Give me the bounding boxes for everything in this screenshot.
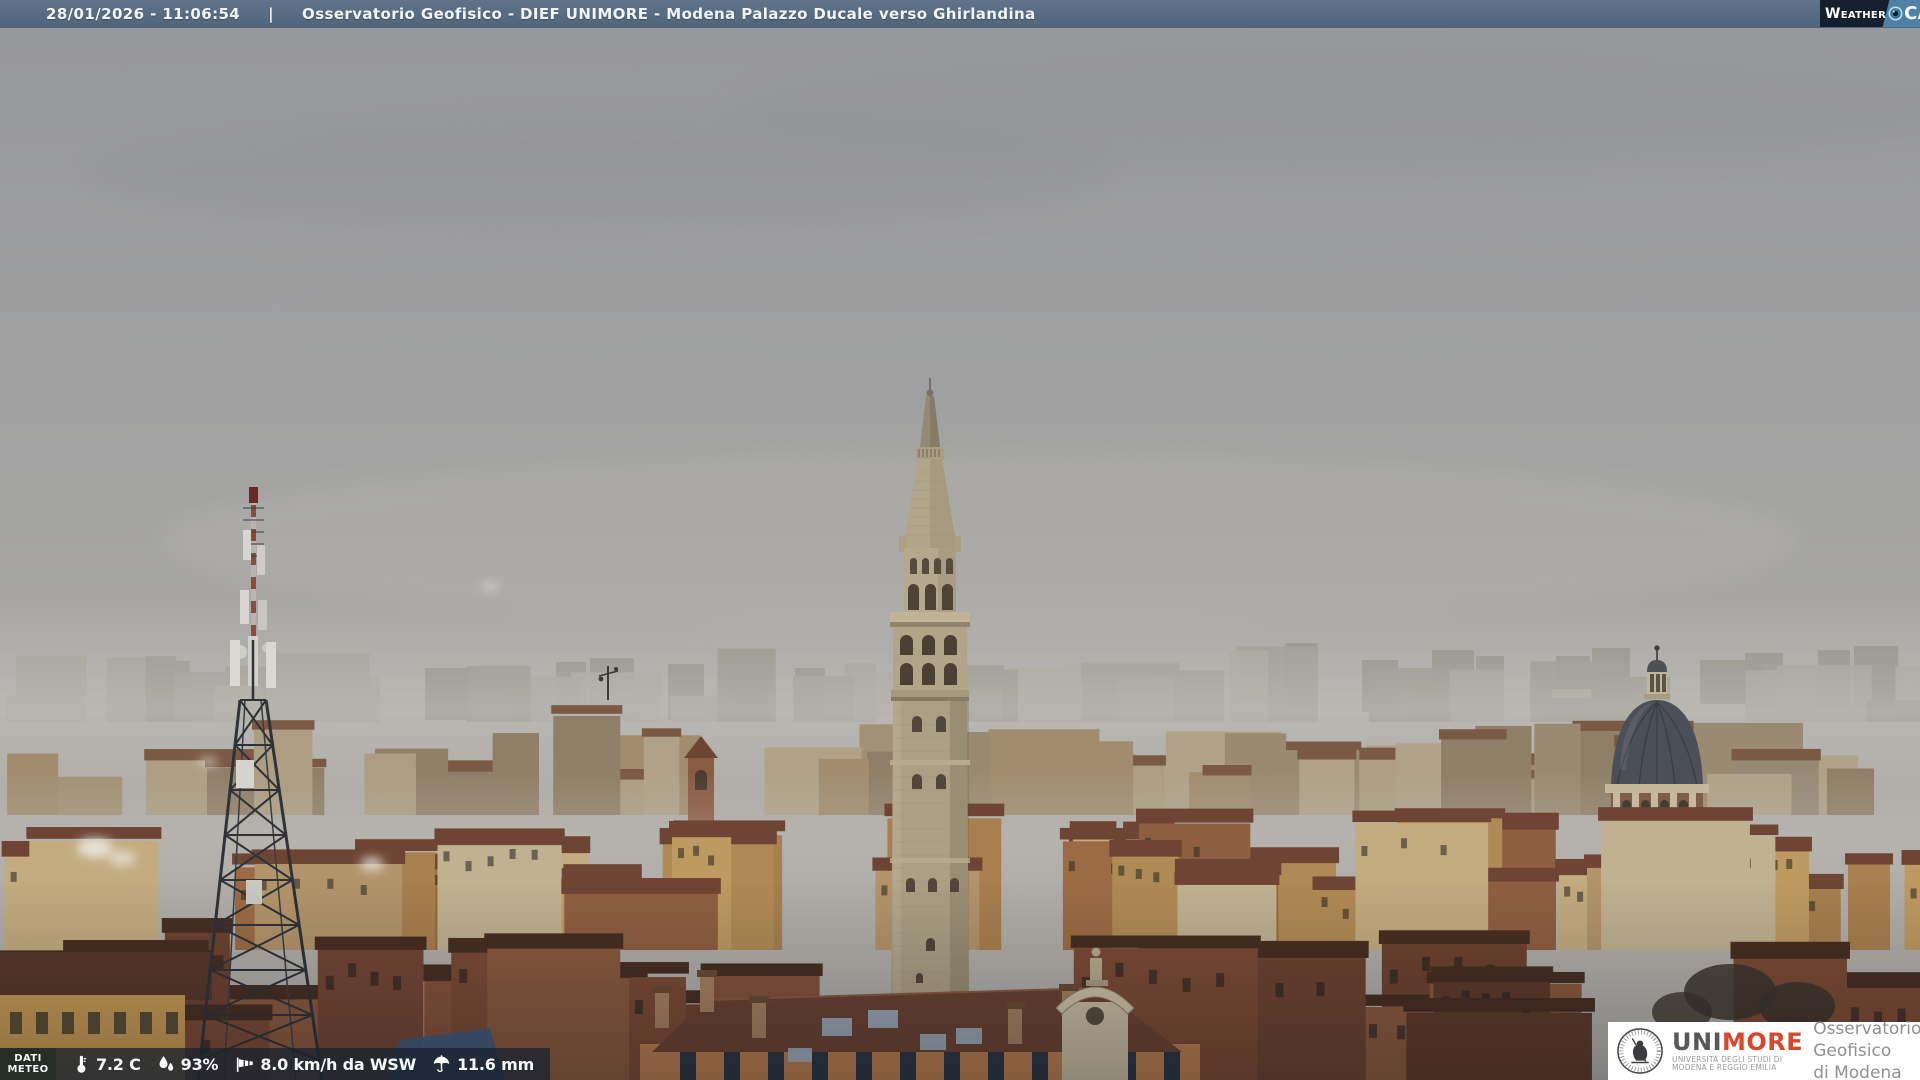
university-name-line2: MODENA E REGGIO EMILIA (1672, 1063, 1777, 1072)
weathercam-logo: Weather Cam (1820, 0, 1920, 27)
wind-value: 8.0 km/h da WSW (260, 1054, 417, 1074)
unimore-acronym-uni: UNI (1672, 1027, 1723, 1056)
temperature-item: 7.2 C (71, 1053, 141, 1075)
rain-value: 11.6 mm (457, 1054, 535, 1074)
header-bar: 28/01/2026 - 11:06:54 | Osservatorio Geo… (0, 0, 1920, 28)
unimore-wordmark: UNIMORE UNIVERSITÀ DEGLI STUDI DI MODENA… (1672, 1030, 1803, 1073)
windsock-icon (233, 1053, 255, 1075)
webcam-photo (0, 0, 1920, 1080)
webcam-frame: 28/01/2026 - 11:06:54 | Osservatorio Geo… (0, 0, 1920, 1080)
unimore-seal-icon (1616, 1027, 1664, 1075)
humidity-item: 93% (156, 1053, 219, 1075)
wind-item: 8.0 km/h da WSW (233, 1053, 416, 1075)
weathercam-logo-word2: Cam (1904, 3, 1920, 24)
footer-logo-panel: UNIMORE UNIVERSITÀ DEGLI STUDI DI MODENA… (1608, 1019, 1920, 1080)
dati-meteo-label: DATI METEO (0, 1048, 56, 1080)
rain-item: 11.6 mm (431, 1053, 534, 1075)
timestamp: 28/01/2026 - 11:06:54 (46, 5, 241, 23)
unimore-acronym-more: MORE (1722, 1027, 1804, 1056)
header-separator: | (268, 5, 275, 23)
observatory-name-line1: Osservatorio Geofisico (1813, 1019, 1920, 1061)
thermometer-icon (71, 1053, 91, 1075)
weather-data-bar: DATI METEO 7.2 C 93% 8.0 km/h da WSW 11.… (0, 1048, 551, 1080)
observatory-name-line2: di Modena (1813, 1063, 1902, 1080)
dati-label-line2: METEO (7, 1064, 49, 1075)
dati-label-line1: DATI (14, 1053, 42, 1064)
observatory-name: Osservatorio Geofisico di Modena (1813, 1018, 1920, 1080)
temperature-value: 7.2 C (96, 1054, 141, 1074)
weathercam-logo-word1: Weather (1825, 5, 1887, 22)
camera-lens-icon (1888, 6, 1903, 21)
humidity-value: 93% (180, 1054, 219, 1074)
page-title: Osservatorio Geofisico - DIEF UNIMORE - … (302, 5, 1036, 23)
humidity-icon (156, 1053, 176, 1075)
umbrella-icon (431, 1053, 452, 1075)
